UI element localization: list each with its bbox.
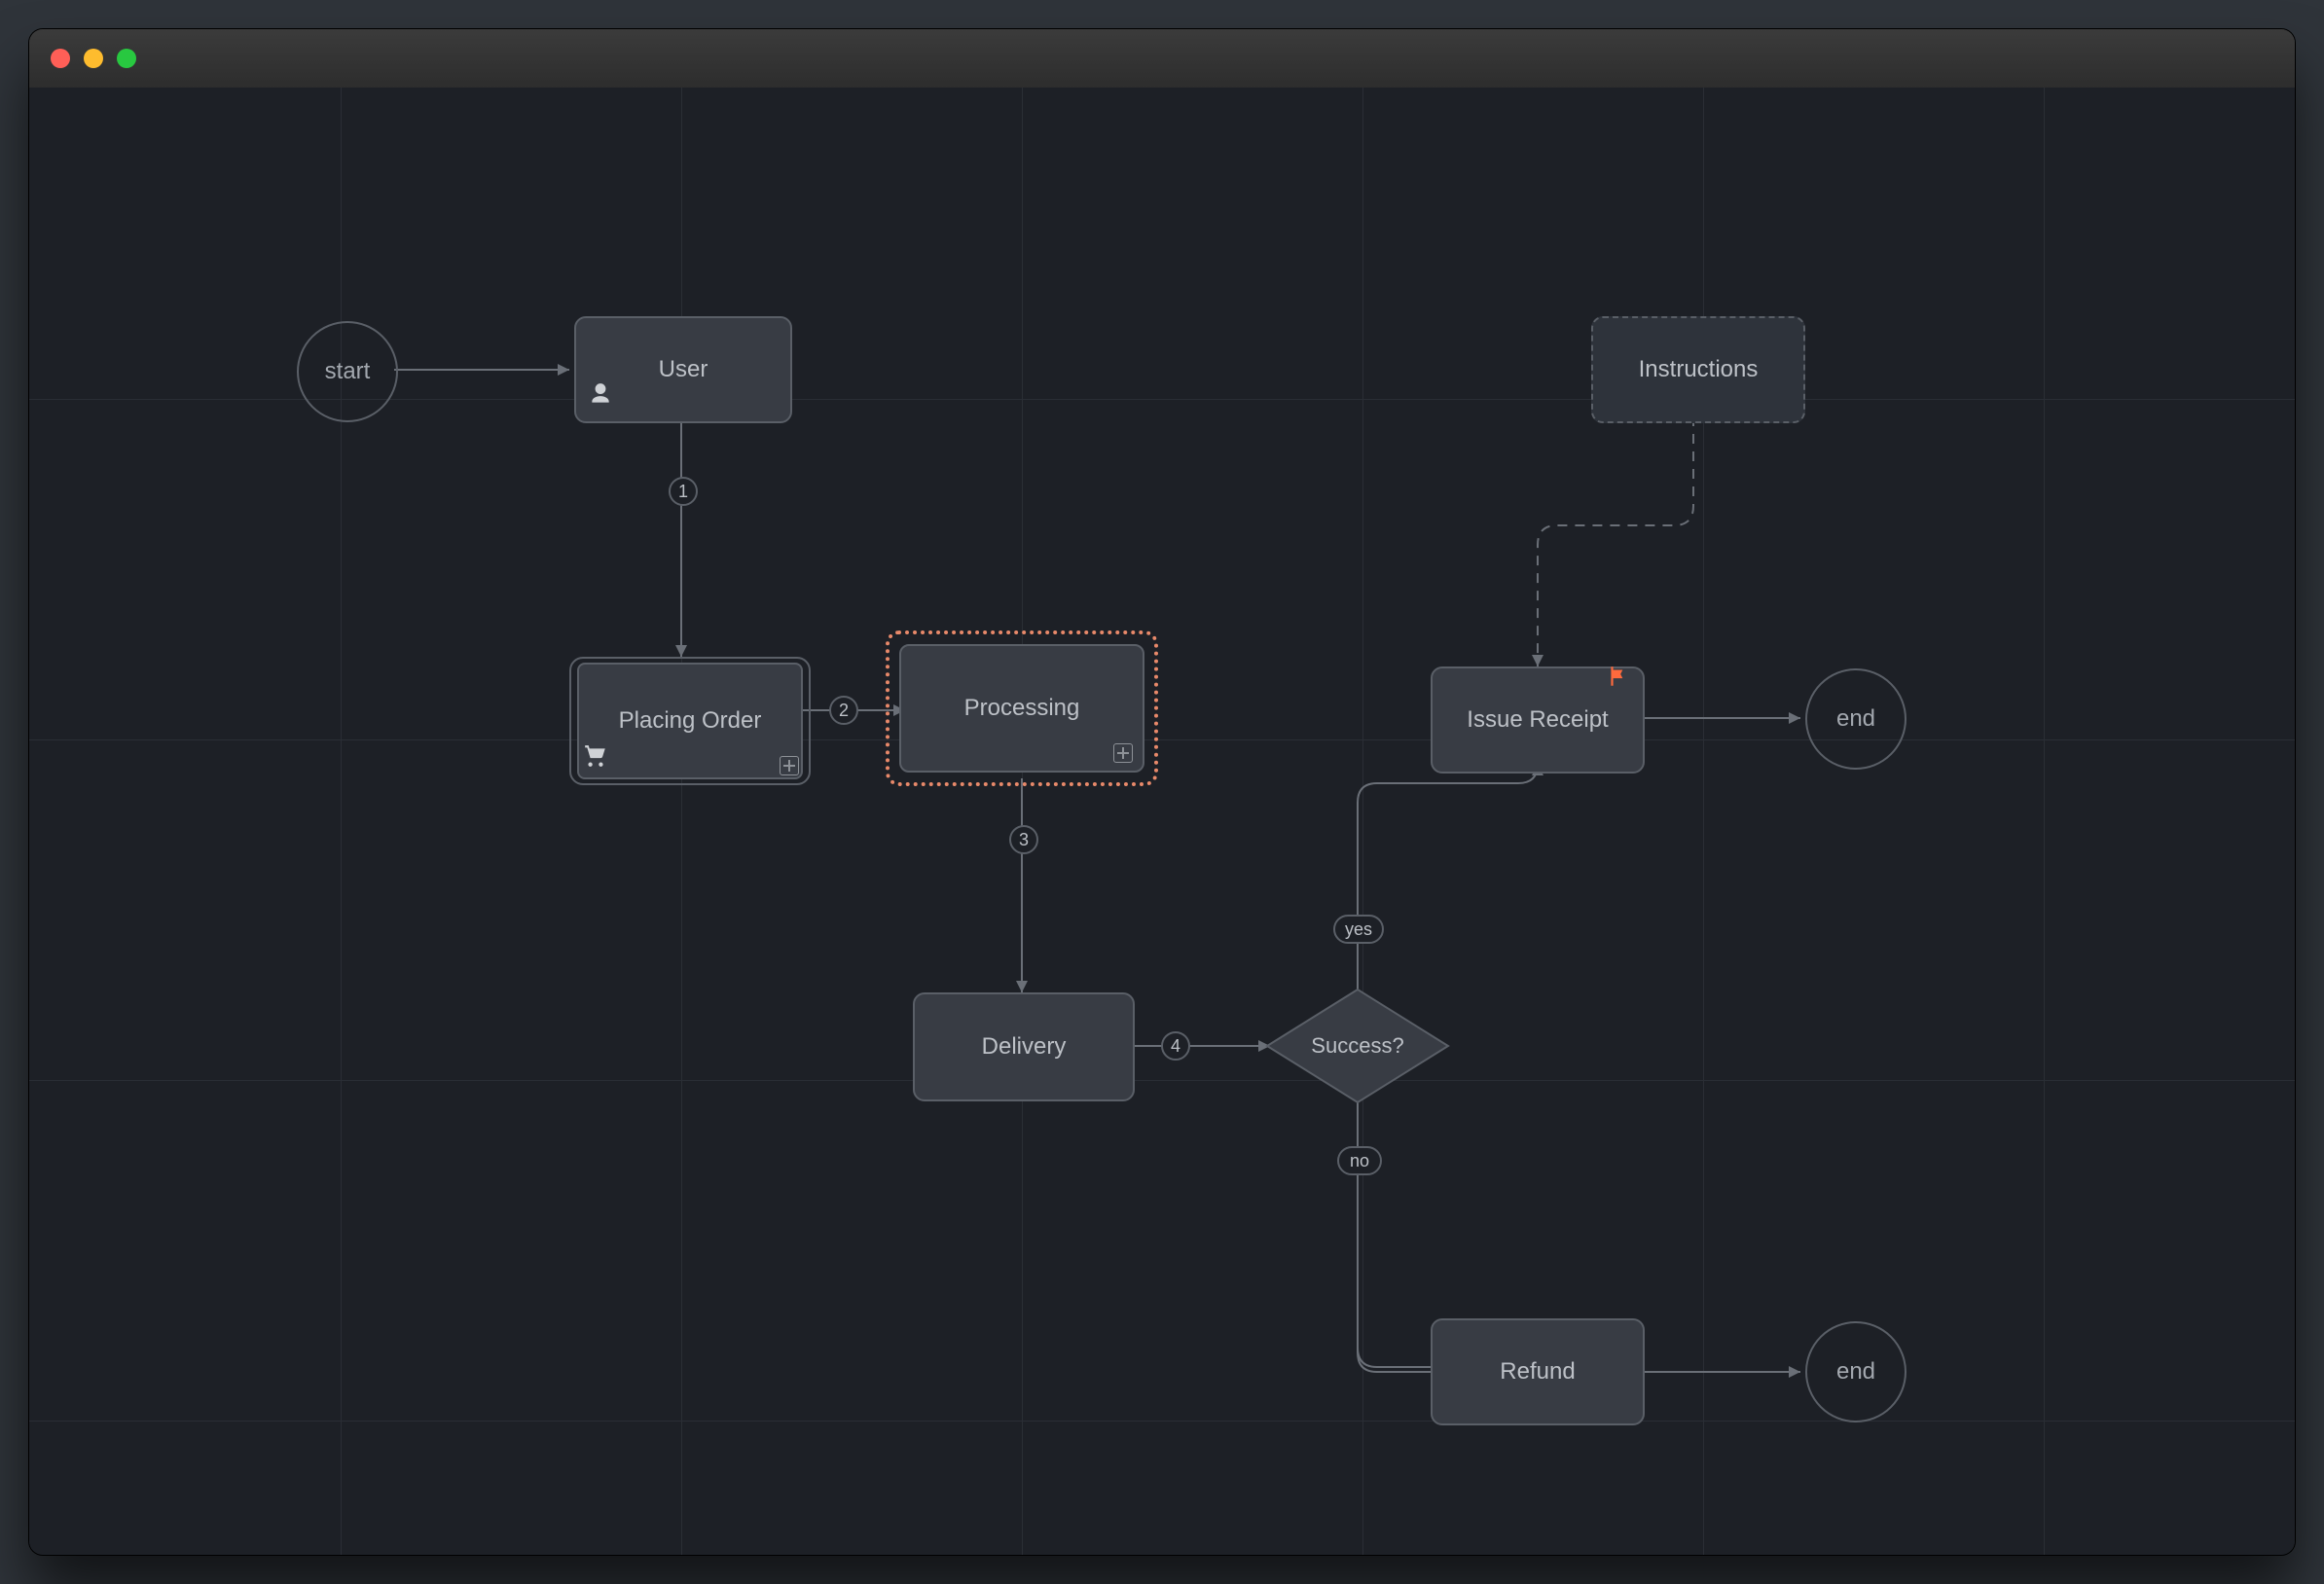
flag-icon bbox=[1606, 663, 1631, 698]
app-window: start User Placing Order bbox=[29, 29, 2295, 1555]
window-zoom-button[interactable] bbox=[117, 49, 136, 68]
window-minimize-button[interactable] bbox=[84, 49, 103, 68]
node-placing-order[interactable]: Placing Order bbox=[569, 657, 811, 785]
node-refund-label: Refund bbox=[1500, 1358, 1575, 1386]
node-user-label: User bbox=[659, 356, 708, 383]
node-user[interactable]: User bbox=[574, 316, 792, 423]
node-delivery-label: Delivery bbox=[982, 1033, 1067, 1061]
cart-icon bbox=[583, 743, 608, 775]
user-icon bbox=[588, 381, 613, 414]
window-close-button[interactable] bbox=[51, 49, 70, 68]
subprocess-icon bbox=[780, 756, 799, 775]
node-success-label: Success? bbox=[1311, 1033, 1403, 1059]
node-start[interactable]: start bbox=[297, 321, 398, 422]
edge-badge-3: 3 bbox=[1009, 825, 1038, 854]
node-end-1[interactable]: end bbox=[1805, 668, 1906, 770]
node-start-label: start bbox=[325, 358, 371, 385]
edge-badge-2: 2 bbox=[829, 696, 858, 725]
node-success-decision[interactable]: Success? bbox=[1265, 988, 1450, 1104]
node-end-2-label: end bbox=[1836, 1358, 1875, 1386]
node-end-2[interactable]: end bbox=[1805, 1321, 1906, 1422]
node-delivery[interactable]: Delivery bbox=[913, 992, 1135, 1101]
node-issue-receipt[interactable]: Issue Receipt bbox=[1431, 666, 1645, 774]
node-processing-label: Processing bbox=[964, 695, 1080, 722]
node-issue-receipt-label: Issue Receipt bbox=[1467, 706, 1608, 734]
edge-badge-1: 1 bbox=[669, 477, 698, 506]
titlebar bbox=[29, 29, 2295, 89]
node-instructions[interactable]: Instructions bbox=[1591, 316, 1805, 423]
node-processing[interactable]: Processing bbox=[886, 630, 1158, 786]
edge-badge-4: 4 bbox=[1161, 1031, 1190, 1061]
subprocess-icon bbox=[1113, 743, 1133, 763]
node-instructions-label: Instructions bbox=[1639, 356, 1759, 383]
diagram-canvas[interactable]: start User Placing Order bbox=[29, 88, 2295, 1555]
node-refund[interactable]: Refund bbox=[1431, 1318, 1645, 1425]
node-end-1-label: end bbox=[1836, 705, 1875, 733]
edge-badge-no: no bbox=[1337, 1146, 1382, 1175]
node-placing-order-label: Placing Order bbox=[619, 707, 762, 735]
edge-badge-yes: yes bbox=[1333, 915, 1384, 944]
